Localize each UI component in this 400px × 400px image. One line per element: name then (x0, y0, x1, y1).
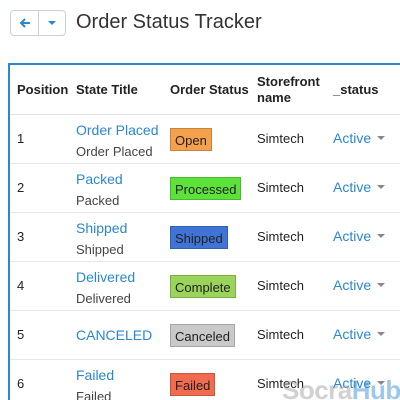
watermark-text-part1: Socra (282, 375, 352, 400)
row-position: 6 (17, 376, 25, 391)
status-dropdown[interactable]: Active (333, 179, 386, 195)
caret-down-icon (48, 21, 56, 25)
state-title-subtitle: Packed (76, 193, 120, 208)
column-header-storefront-line2[interactable]: name (257, 90, 291, 105)
column-header-order-status[interactable]: Order Status (170, 82, 249, 97)
state-title-subtitle: Failed (76, 389, 112, 400)
page-title: Order Status Tracker (76, 11, 262, 33)
row-position: 3 (17, 229, 25, 244)
table-row: 3 Shipped Shipped Shipped Simtech Active (10, 213, 400, 262)
status-dropdown[interactable]: Active (333, 130, 386, 146)
state-title-subtitle: Shipped (76, 242, 124, 257)
order-status-badge: Processed (170, 177, 242, 200)
history-dropdown-button[interactable] (38, 11, 65, 35)
column-header-state-title[interactable]: State Title (76, 82, 138, 97)
status-label: Active (333, 277, 372, 293)
status-dropdown[interactable]: Active (333, 326, 386, 342)
state-title-link[interactable]: CANCELED (76, 327, 152, 343)
table-header: Position State Title Order Status Storef… (10, 65, 400, 115)
toolbar: Order Status Tracker (0, 0, 400, 50)
storefront-name: Simtech (257, 180, 304, 195)
table-row: 1 Order Placed Order Placed Open Simtech Acti… (10, 115, 400, 164)
caret-down-icon (377, 332, 386, 336)
row-position: 2 (17, 180, 25, 195)
state-title-link[interactable]: Shipped (76, 220, 127, 236)
watermark-logo: SocraHub (282, 375, 400, 400)
row-position: 5 (17, 327, 25, 342)
caret-down-icon (377, 234, 386, 238)
row-position: 4 (17, 278, 25, 293)
order-status-badge: Canceled (170, 324, 235, 347)
row-position: 1 (17, 131, 25, 146)
status-dropdown[interactable]: Active (333, 277, 386, 293)
watermark-text-part2: Hub (351, 375, 400, 400)
status-label: Active (333, 179, 372, 195)
status-dropdown[interactable]: Active (333, 228, 386, 244)
state-title-link[interactable]: Order Placed (76, 122, 158, 138)
status-label: Active (333, 228, 372, 244)
status-label: Active (333, 326, 372, 342)
table-row: 2 Packed Packed Processed Simtech Active (10, 164, 400, 213)
caret-down-icon (377, 283, 386, 287)
column-header-status[interactable]: _status (333, 82, 379, 97)
caret-down-icon (377, 136, 386, 140)
storefront-name: Simtech (257, 229, 304, 244)
table-row: 4 Delivered Delivered Complete Simtech Active (10, 262, 400, 311)
column-header-position[interactable]: Position (17, 82, 68, 97)
order-status-badge: Shipped (170, 226, 228, 249)
back-button[interactable] (11, 11, 38, 35)
order-status-badge: Complete (170, 275, 236, 298)
state-title-link[interactable]: Packed (76, 171, 123, 187)
state-title-link[interactable]: Delivered (76, 269, 135, 285)
storefront-name: Simtech (257, 327, 304, 342)
state-title-link[interactable]: Failed (76, 367, 114, 383)
column-header-storefront-line1[interactable]: Storefront (257, 74, 320, 89)
order-status-badge: Failed (170, 373, 216, 396)
storefront-name: Simtech (257, 131, 304, 146)
caret-down-icon (377, 185, 386, 189)
nav-button-group (10, 10, 66, 36)
table-row: 5 CANCELED Canceled Simtech Active (10, 311, 400, 360)
order-status-table: Position State Title Order Status Storef… (8, 63, 400, 400)
order-status-badge: Open (170, 128, 212, 151)
storefront-name: Simtech (257, 278, 304, 293)
arrow-left-icon (19, 18, 30, 28)
state-title-subtitle: Delivered (76, 291, 131, 306)
state-title-subtitle: Order Placed (76, 144, 153, 159)
status-label: Active (333, 130, 372, 146)
